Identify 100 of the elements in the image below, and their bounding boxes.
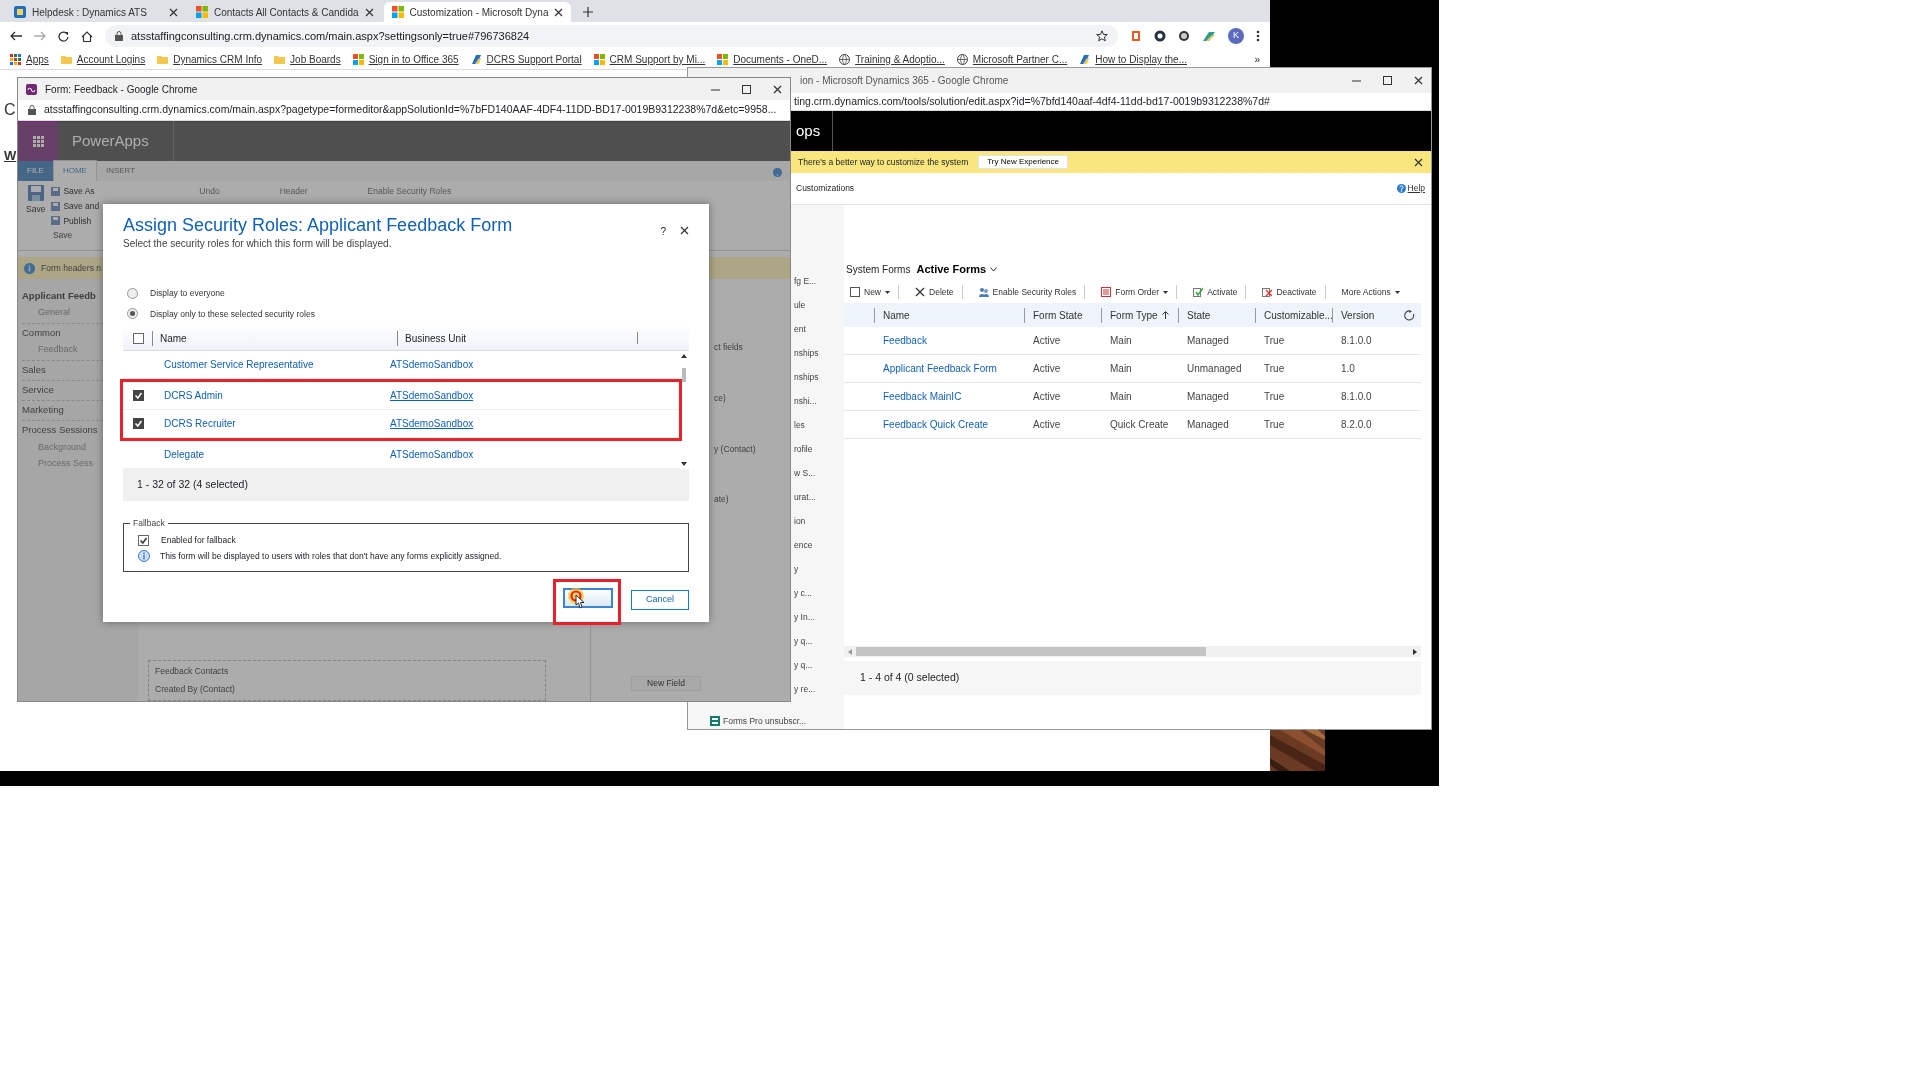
bookmark[interactable]: How to Display the...	[1079, 52, 1187, 67]
more-bookmarks-button[interactable]: »	[1254, 52, 1260, 67]
profile-avatar[interactable]: K	[1228, 28, 1244, 44]
radio-button[interactable]	[127, 287, 138, 299]
maximize-icon[interactable]	[742, 84, 751, 94]
bookmark[interactable]: Dynamics CRM Info	[157, 52, 263, 67]
toolbar-button[interactable]: More Actions	[1335, 284, 1408, 300]
fallback-checkbox-option[interactable]: Enabled for fallback	[138, 534, 674, 548]
close-icon[interactable]	[680, 226, 689, 235]
breadcrumb[interactable]: Customizations	[796, 182, 855, 195]
view-selector[interactable]: Active Forms	[916, 260, 998, 278]
column-header[interactable]: Form Type	[1101, 307, 1178, 323]
tree-item-text[interactable]: nshi...	[794, 395, 817, 419]
refresh-icon[interactable]	[1404, 309, 1415, 321]
reload-icon[interactable]	[58, 30, 69, 42]
toolbar-button[interactable]: Activate	[1187, 284, 1247, 300]
close-icon[interactable]	[1414, 157, 1423, 167]
maximize-icon[interactable]	[1383, 76, 1392, 85]
business-unit-link[interactable]: ATSdemoSandbox	[390, 447, 474, 463]
checkbox[interactable]	[138, 535, 149, 547]
back-arrow-icon[interactable]	[10, 31, 22, 41]
ribbon-command[interactable]: Publish	[51, 214, 100, 228]
extension-icon[interactable]	[1154, 30, 1166, 42]
toolbar-button[interactable]: Enable Security Roles	[972, 284, 1086, 300]
tree-item-text[interactable]: ent	[794, 323, 806, 347]
scroll-right-icon[interactable]	[1413, 648, 1417, 655]
tree-item-text[interactable]: w S...	[794, 467, 816, 491]
bookmark[interactable]: DCRS Support Portal	[470, 52, 582, 67]
column-header[interactable]: Name	[152, 330, 397, 346]
toolbar-button[interactable]: Delete	[909, 284, 963, 300]
form-link[interactable]: Applicant Feedback Form	[874, 361, 1024, 376]
browser-tab[interactable]: Customization - Microsoft Dyna	[383, 2, 572, 22]
toolbar-button[interactable]: Deactivate	[1256, 284, 1326, 300]
cancel-button[interactable]: Cancel	[631, 589, 689, 610]
address-bar[interactable]: atsstaffingconsulting.crm.dynamics.com/main.aspx?settingsonly=true#796736824	[105, 25, 1118, 47]
bookmark[interactable]: CRM Support by Mi...	[593, 52, 706, 67]
new-field-button[interactable]: New Field	[631, 676, 701, 691]
tree-item-text[interactable]: nships	[794, 371, 819, 395]
help-link[interactable]: Help	[1396, 182, 1425, 195]
tree-item-text[interactable]: y q...	[794, 635, 813, 659]
tree-item-text[interactable]: Forms Pro unsubscr...	[723, 715, 807, 728]
horizontal-scrollbar[interactable]	[844, 646, 1421, 657]
bookmark[interactable]: Documents - OneD...	[717, 52, 828, 67]
business-unit-link[interactable]: ATSdemoSandbox	[390, 357, 474, 373]
close-icon[interactable]	[169, 7, 178, 17]
tree-item-text[interactable]: nships	[794, 347, 819, 371]
bookmark[interactable]: Job Boards	[274, 52, 341, 67]
radio-option[interactable]: Display only to these selected security roles	[127, 307, 689, 321]
bookmark[interactable]: Sign in to Office 365	[352, 52, 459, 67]
toolbar-button[interactable]: Form Order	[1095, 284, 1178, 300]
bookmark[interactable]: Account Logins	[60, 52, 146, 67]
select-all-checkbox[interactable]	[133, 332, 144, 344]
column-header[interactable]: State	[1178, 307, 1255, 323]
ribbon-command[interactable]: Save and	[51, 199, 100, 213]
bookmark[interactable]: Training & Adoptio...	[839, 52, 945, 67]
browser-tab[interactable]: Contacts All Contacts & Candida	[188, 2, 382, 22]
column-header[interactable]: Name	[874, 307, 1024, 323]
home-icon[interactable]	[81, 30, 93, 42]
role-link[interactable]: DCRS Admin	[144, 388, 390, 404]
tree-item-text[interactable]: ule	[794, 299, 806, 323]
plus-icon[interactable]	[583, 7, 594, 17]
radio-button[interactable]	[127, 308, 138, 320]
business-unit-link[interactable]: ATSdemoSandbox	[390, 416, 474, 432]
row-checkbox[interactable]	[133, 418, 144, 430]
tree-item-text[interactable]: ence	[794, 539, 813, 563]
row-checkbox[interactable]	[133, 390, 144, 402]
form-link[interactable]: Feedback Quick Create	[874, 417, 1024, 432]
bookmark[interactable]: Microsoft Partner C...	[956, 52, 1068, 67]
role-link[interactable]: DCRS Recruiter	[144, 416, 390, 432]
tree-item-text[interactable]: urat...	[794, 491, 816, 515]
scroll-up-icon[interactable]	[681, 354, 687, 359]
tree-item-text[interactable]: rofile	[794, 443, 813, 467]
menu-icon[interactable]	[1256, 30, 1260, 42]
radio-option[interactable]: Display to everyone	[127, 286, 689, 300]
form-link[interactable]: Feedback	[874, 333, 1024, 348]
close-icon[interactable]	[554, 7, 564, 17]
tree-item-text[interactable]: y c...	[794, 587, 812, 611]
save-button[interactable]: Save	[26, 185, 46, 228]
column-header[interactable]: Form State	[1024, 307, 1101, 323]
extension-icon[interactable]	[1178, 30, 1190, 42]
close-icon[interactable]	[364, 7, 374, 17]
scroll-down-icon[interactable]	[681, 462, 687, 467]
column-header[interactable]: Version	[1332, 307, 1402, 323]
form-field[interactable]: Created By (Contact)	[155, 683, 539, 696]
ribbon-command[interactable]: Save As	[51, 185, 100, 198]
tree-item-text[interactable]: y	[794, 563, 799, 587]
form-link[interactable]: Feedback MainIC	[874, 389, 1024, 404]
ok-button[interactable]	[563, 587, 613, 608]
business-unit-link[interactable]: ATSdemoSandbox	[390, 388, 474, 404]
column-header[interactable]: Customizable...	[1255, 307, 1332, 323]
tree-item-text[interactable]: fg E...	[794, 275, 817, 299]
tree-item-text[interactable]: y re...	[794, 683, 816, 707]
close-icon[interactable]	[1414, 76, 1423, 85]
column-header[interactable]: Business Unit	[397, 330, 637, 346]
app-launcher-icon[interactable]	[32, 135, 44, 147]
tree-item-text[interactable]: ion	[794, 515, 806, 539]
role-link[interactable]: Customer Service Representative	[144, 357, 390, 373]
help-button[interactable]: ?	[660, 224, 666, 239]
tree-item-text[interactable]: y q...	[794, 659, 813, 683]
tree-item-text[interactable]: y In...	[794, 611, 815, 635]
